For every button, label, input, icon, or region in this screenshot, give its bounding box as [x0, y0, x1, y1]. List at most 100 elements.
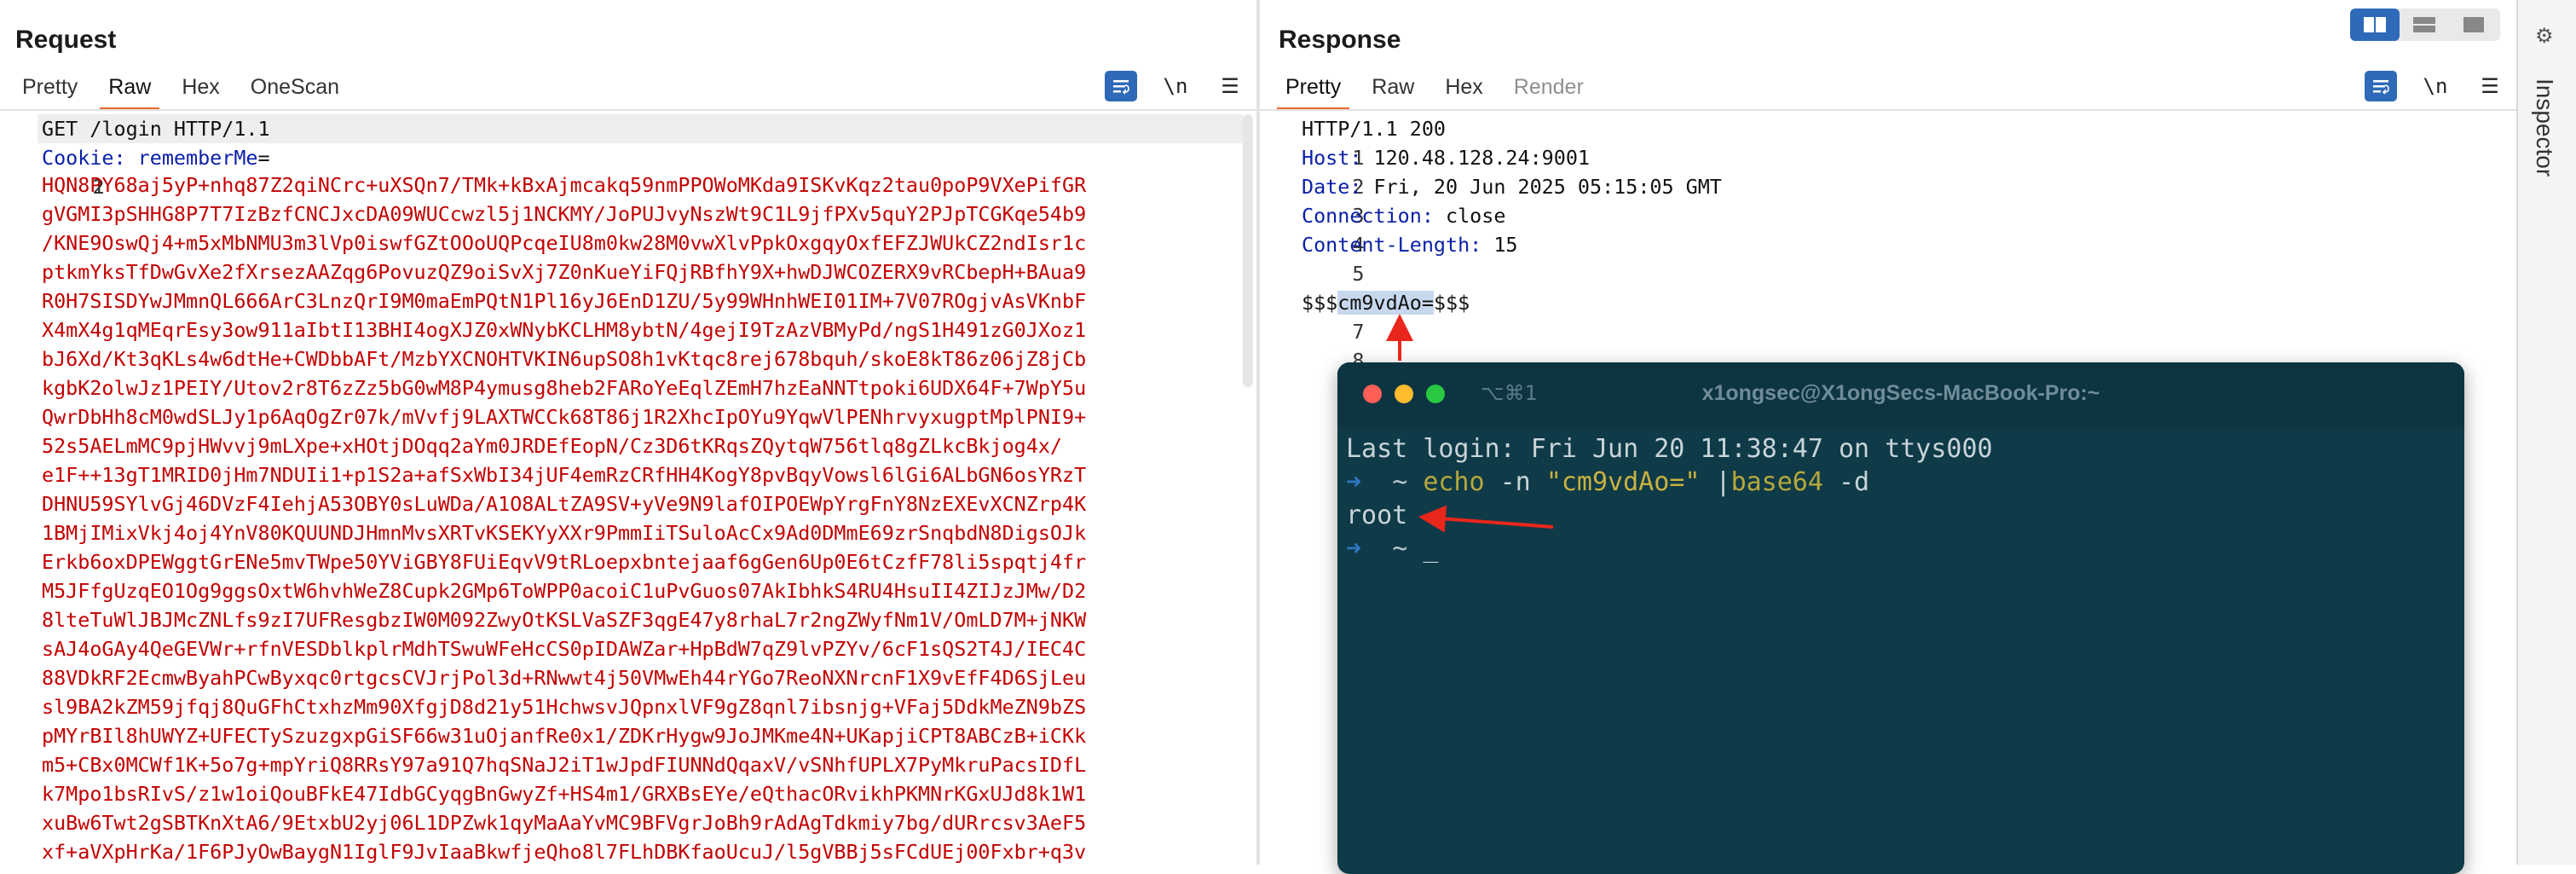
header-key: Connection:: [1302, 204, 1434, 228]
header-value: close: [1433, 204, 1506, 228]
response-tabs: Pretty Raw Hex Render: [1270, 68, 1599, 111]
prompt-arrow-icon: ➜: [1346, 534, 1362, 564]
code-line: 1 HTTP/1.1 200: [1260, 114, 1446, 170]
code-line: 3 Date: Fri, 20 Jun 2025 05:15:05 GMT: [1260, 172, 1722, 228]
newline-toggle-button[interactable]: \n: [1159, 71, 1192, 101]
cookie-value-line: m5+CBx0MCWf1K+5o7g+mpYriQ8RRsY97a91Q7hqS…: [42, 753, 1087, 777]
command-string: "cm9vdAo=": [1545, 467, 1701, 497]
terminal-body[interactable]: Last login: Fri Jun 20 11:38:47 on ttys0…: [1346, 432, 1993, 565]
request-toolbar: \n ☰: [1105, 68, 1246, 104]
terminal-window[interactable]: ⌥⌘1 x1ongsec@X1ongSecs-MacBook-Pro:~ Las…: [1337, 362, 2464, 874]
cookie-value: HQN8PY68aj5yP+nhq87Z2qiNCrc+uXSQn7/TMk+k…: [42, 171, 1235, 865]
cookie-value-line: gVGMI3pSHHG8P7T7IzBzfCNCJxcDA09WUCcwzl5j…: [42, 202, 1087, 226]
terminal-output: root: [1346, 501, 1408, 530]
cookie-value-line: R0H7SISDYwJMmnQL666ArC3LnzQrI9M0maEmPQtN…: [42, 289, 1087, 313]
command-flag: -d: [1822, 467, 1870, 497]
command: base64: [1730, 467, 1823, 497]
cookie-value-line: xuBw6Twt2gSBTKnXtA6/9EtxbU2yj06L1DPZwk1q…: [42, 811, 1087, 835]
split-rows-icon[interactable]: [2400, 9, 2449, 41]
header-key: Host:: [1302, 146, 1362, 170]
body-suffix: $$$: [1433, 291, 1470, 315]
header-key: Content-Length:: [1302, 233, 1482, 257]
cookie-value-line: k7Mpo1bsRIvS/z1w1oiQouBFkE47IdbGCyqgBnGw…: [42, 782, 1087, 806]
header-value: Fri, 20 Jun 2025 05:15:05 GMT: [1361, 175, 1722, 199]
header-value: 15: [1481, 233, 1518, 257]
response-title: Response: [1279, 26, 1401, 54]
tab-raw[interactable]: Raw: [93, 68, 166, 111]
prompt-dir: ~: [1392, 467, 1408, 497]
cookie-value-line: e1F++13gT1MRID0jHm7NDUIi1+p1S2a+afSxWbI3…: [42, 463, 1087, 487]
code-line: 4 Connection: close: [1260, 201, 1505, 257]
cookie-value-line: 1BMjIMixVkj4oj4YnV80KQUUNDJHmnMvsXRTvKSE…: [42, 521, 1087, 545]
prompt-arrow-icon: ➜: [1346, 467, 1362, 497]
terminal-line: Last login: Fri Jun 20 11:38:47 on ttys0…: [1346, 434, 1993, 464]
status-line: HTTP/1.1 200: [1302, 117, 1446, 141]
code-line: 8: [1260, 317, 1364, 373]
cookie-value-line: 88VDkRF2EcmwByahPCwByxqc0rtgcsCVJrjPol3d…: [42, 666, 1087, 690]
cookie-value-line: QwrDbHh8cM0wdSLJy1p6AqOgZr07k/mVvfj9LAXT…: [42, 405, 1087, 429]
inspector-tab[interactable]: Inspector: [2531, 78, 2558, 177]
cookie-value-line: /KNE9OswQj4+m5xMbNMU3m3lVp0iswfGZtOOoUQP…: [42, 231, 1087, 255]
code-line: 2 Host: 120.48.128.24:9001: [1260, 143, 1590, 199]
tab-pretty[interactable]: Pretty: [1270, 68, 1356, 111]
selected-text[interactable]: cm9vdAo=: [1337, 291, 1434, 315]
request-editor[interactable]: 1 GET /login HTTP/1.1 2 Cookie: remember…: [0, 113, 1256, 865]
cookie-value-line: xf+aVXpHrKa/1F6PJyOwBaygN1IglF9JvIaaBkwf…: [42, 840, 1087, 864]
cookie-value-line: kgbK2olwJz1PEIY/Utov2r8T6zZz5bG0wM8P4ymu…: [42, 376, 1087, 400]
cookie-value-line: pMYrBIl8hUWYZ+UFECTySzuzgxpGiSF66w31uOja…: [42, 724, 1087, 748]
cookie-value-line: 8lteTuWlJBJMcZNLfs9zI7UFResgbzIW0M092Zwy…: [42, 608, 1087, 632]
terminal-line: ➜ ~ echo -n "cm9vdAo=" |base64 -d: [1346, 466, 1993, 499]
code-line: 5 Content-Length: 15: [1260, 230, 1518, 286]
response-toolbar: \n ☰: [2365, 68, 2506, 104]
prompt-dir: ~: [1392, 534, 1408, 564]
cookie-name: rememberMe: [137, 146, 258, 170]
code-line: 6: [1260, 259, 1364, 315]
terminal-title: x1ongsec@X1ongSecs-MacBook-Pro:~: [1701, 381, 2100, 405]
body-prefix: $$$: [1302, 291, 1338, 315]
tab-pretty[interactable]: Pretty: [7, 68, 93, 107]
header-key: Date:: [1302, 175, 1362, 199]
request-scrollbar[interactable]: [1243, 114, 1253, 387]
command-pipe: |: [1700, 467, 1731, 497]
request-line: GET /login HTTP/1.1: [42, 117, 270, 141]
menu-icon[interactable]: ☰: [2474, 71, 2506, 101]
terminal-titlebar[interactable]: ⌥⌘1 x1ongsec@X1ongSecs-MacBook-Pro:~: [1337, 362, 2464, 427]
single-pane-icon[interactable]: [2449, 9, 2498, 41]
tab-render[interactable]: Render: [1499, 68, 1599, 107]
cookie-value-line: X4mX4g1qMEqrEsy3ow911aIbtI13BHI4ogXJZ0xW…: [42, 318, 1087, 342]
tab-hex[interactable]: Hex: [1430, 68, 1498, 107]
tab-raw[interactable]: Raw: [1356, 68, 1430, 107]
split-columns-icon[interactable]: [2350, 9, 2400, 41]
request-title: Request: [15, 26, 117, 54]
newline-toggle-button[interactable]: \n: [2419, 71, 2452, 101]
cookie-value-line: DHNU59SYlvGj46DVzF4IehjA53OBY0sLuWDa/A1O…: [42, 492, 1087, 516]
terminal-line: ➜ ~ _: [1346, 532, 1993, 565]
cursor: _: [1423, 534, 1439, 564]
cookie-value-line: 52s5AELmMC9pjHWvvj9mLXpe+xHOtjDOqq2aYm0J…: [42, 434, 1062, 458]
cookie-value-line: ptkmYksTfDwGvXe2fXrsezAAZqg6PovuzQZ9oiSv…: [42, 260, 1087, 284]
cookie-value-line: M5JFfgUzqEO1Og9ggsOxtW6hvhWeZ8Cupk2GMp6T…: [42, 579, 1087, 603]
menu-icon[interactable]: ☰: [1214, 71, 1246, 101]
cookie-value-line: sl9BA2kZM59jfqj8QuGFhCtxhzMm90XfgjD8d21y…: [42, 695, 1087, 719]
request-panel: Request Pretty Raw Hex OneScan \n ☰ 1 GE…: [0, 0, 1256, 865]
header-key: Cookie:: [42, 146, 126, 170]
command-flag: -n: [1484, 467, 1546, 497]
cookie-value-line: HQN8PY68aj5yP+nhq87Z2qiNCrc+uXSQn7/TMk+k…: [42, 173, 1087, 197]
layout-toggle: [2350, 9, 2500, 41]
code-line: 7 $$$cm9vdAo=$$$: [1260, 288, 1470, 344]
code-line: 2 Cookie: rememberMe=: [0, 143, 270, 199]
header-value: 120.48.128.24:9001: [1361, 146, 1591, 170]
command: echo: [1423, 467, 1485, 497]
tab-onescan[interactable]: OneScan: [235, 68, 355, 107]
tab-hex[interactable]: Hex: [166, 68, 234, 107]
cookie-value-line: Erkb6oxDPEWggtGrENe5mvTWpe50YViGBY8FUiEq…: [42, 550, 1087, 574]
tabs-divider: [1260, 109, 2516, 111]
code-line: 1 GET /login HTTP/1.1: [0, 114, 1243, 199]
text-wrap-icon[interactable]: [2365, 71, 2397, 101]
cookie-value-line: bJ6Xd/Kt3qKLs4w6dtHe+CWDbbAFt/MzbYXCNOHT…: [42, 347, 1087, 371]
settings-sliders-icon[interactable]: ⚙: [2535, 24, 2554, 48]
cookie-equals: =: [257, 146, 270, 170]
cookie-value-line: sAJ4oGAy4QeGEVWr+rfnVESDblkplrMdhTSwuWFe…: [42, 637, 1087, 661]
request-tabs: Pretty Raw Hex OneScan: [7, 68, 355, 111]
text-wrap-icon[interactable]: [1105, 71, 1137, 101]
